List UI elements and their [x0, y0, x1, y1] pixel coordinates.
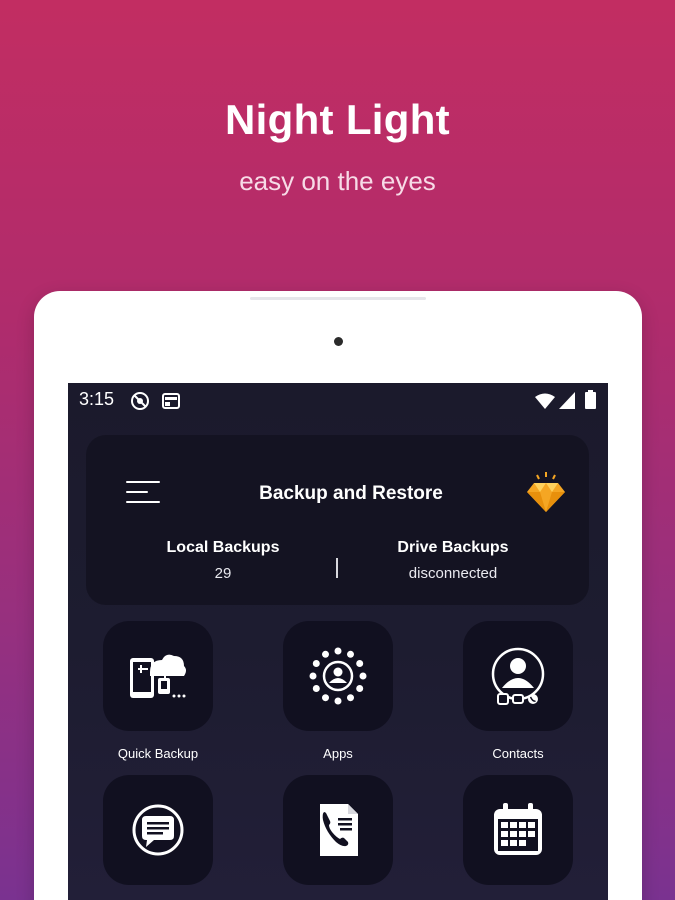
- local-backups-count: 29: [214, 565, 232, 582]
- messages-tile[interactable]: [103, 775, 213, 885]
- local-backups-stat[interactable]: Local Backups 29: [113, 539, 333, 582]
- drive-backups-stat[interactable]: Drive Backups disconnected: [343, 539, 563, 582]
- quick-backup-label: Quick Backup: [117, 746, 199, 761]
- apps-icon: [309, 647, 367, 705]
- drive-backups-label: Drive Backups: [397, 539, 509, 556]
- quick-backup-icon: [130, 654, 186, 698]
- app-screen: 3:15 Backup and Restore Local Backups 29…: [68, 383, 608, 900]
- do-not-disturb-icon: [130, 391, 150, 416]
- header-card: Backup and Restore Local Backups 29 Driv…: [86, 435, 589, 605]
- contacts-icon: [491, 647, 545, 705]
- status-bar: 3:15: [68, 383, 608, 417]
- messages-icon: [132, 804, 184, 856]
- diamond-premium-icon[interactable]: [526, 471, 566, 513]
- battery-icon: [585, 390, 596, 414]
- local-backups-label: Local Backups: [166, 539, 280, 556]
- calendar-icon: [494, 803, 542, 855]
- hamburger-menu-icon[interactable]: [126, 481, 160, 505]
- contacts-tile[interactable]: [463, 621, 573, 731]
- stats-divider: [336, 558, 338, 578]
- front-camera: [334, 337, 343, 346]
- apps-label: Apps: [323, 746, 353, 761]
- calendar-tile[interactable]: [463, 775, 573, 885]
- drive-backups-status: disconnected: [408, 565, 498, 582]
- app-title: Backup and Restore: [259, 483, 443, 504]
- call-logs-icon: [320, 804, 358, 856]
- apps-tile[interactable]: [283, 621, 393, 731]
- call-logs-tile[interactable]: [283, 775, 393, 885]
- notification-card-icon: [162, 393, 180, 414]
- promo-subtitle: easy on the eyes: [239, 166, 436, 196]
- cell-signal-icon: [559, 392, 575, 414]
- contacts-label: Contacts: [492, 746, 544, 761]
- wifi-icon: [535, 393, 555, 414]
- promo-title: Night Light: [225, 96, 450, 143]
- tablet-seam: [250, 297, 426, 300]
- quick-backup-tile[interactable]: [103, 621, 213, 731]
- status-time: 3:15: [79, 389, 115, 409]
